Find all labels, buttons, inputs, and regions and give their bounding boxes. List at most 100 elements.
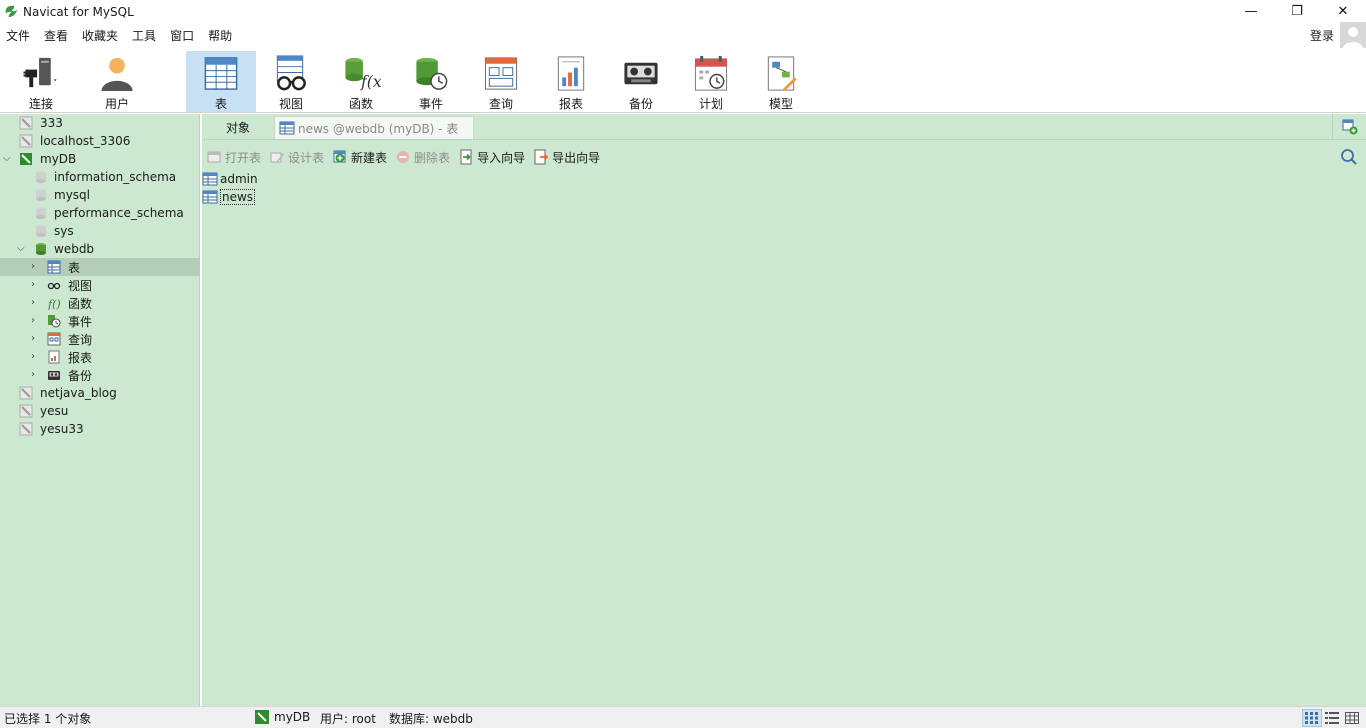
tree-item-events[interactable]: › 事件	[0, 312, 200, 330]
export-icon	[534, 149, 549, 165]
tree-item-database[interactable]: sys	[0, 222, 200, 240]
toolbar-backup-button[interactable]: 备份	[606, 51, 676, 112]
connection-icon	[19, 134, 33, 148]
tree-item-backups[interactable]: › 备份	[0, 366, 200, 384]
tree-item-database[interactable]: mysql	[0, 186, 200, 204]
tree-item-reports[interactable]: › 报表	[0, 348, 200, 366]
window-controls: — ❐ ✕	[1228, 0, 1366, 23]
chevron-right-icon[interactable]: ›	[31, 370, 41, 380]
tree-item-functions[interactable]: › f() 函数	[0, 294, 200, 312]
open-table-button[interactable]: 打开表	[202, 146, 265, 168]
toolbar-report-button[interactable]: 报表	[536, 51, 606, 112]
chevron-down-icon[interactable]: ⌵	[17, 244, 27, 254]
query-icon	[47, 332, 61, 346]
chevron-right-icon[interactable]: ›	[31, 298, 41, 308]
toolbar-table-button[interactable]: 表	[186, 51, 256, 112]
toolbar-user-button[interactable]: 用户	[82, 51, 152, 112]
main-toolbar: 连接 用户 表 视图 f(x 函数 事件 查询 报表 备份 计划 模型	[0, 50, 1366, 113]
close-button[interactable]: ✕	[1320, 0, 1366, 23]
login-link[interactable]: 登录	[1310, 27, 1334, 44]
tree-item-database[interactable]: ⌵ webdb	[0, 240, 200, 258]
model-icon	[767, 56, 797, 92]
menu-view[interactable]: 查看	[37, 25, 75, 47]
connection-open-icon	[20, 153, 32, 165]
connection-icon	[19, 422, 33, 436]
title-bar: Navicat for MySQL — ❐ ✕	[0, 0, 1366, 23]
menu-tools[interactable]: 工具	[125, 25, 163, 47]
search-icon[interactable]	[1340, 148, 1358, 166]
chevron-right-icon[interactable]: ›	[31, 316, 41, 326]
new-object-tab-button[interactable]	[1332, 114, 1366, 140]
tree-item-label: 333	[40, 116, 63, 130]
tree-item-label: 报表	[68, 350, 93, 365]
design-table-label: 设计表	[288, 150, 325, 165]
toolbar-event-button[interactable]: 事件	[396, 51, 466, 112]
connection-icon	[23, 57, 57, 88]
query-icon	[484, 57, 518, 90]
tree-item-label: 视图	[68, 278, 93, 293]
function-icon: f(x)	[345, 57, 381, 91]
menu-favorites[interactable]: 收藏夹	[75, 25, 125, 47]
avatar[interactable]	[1340, 22, 1366, 48]
toolbar-model-button[interactable]: 模型	[746, 51, 816, 112]
minimize-button[interactable]: —	[1228, 0, 1274, 23]
tree-item-tables[interactable]: › 表	[0, 258, 200, 276]
tree-item-connection[interactable]: yesu	[0, 402, 200, 420]
table-icon	[279, 121, 295, 135]
add-table-icon	[1342, 119, 1357, 135]
status-bar: 已选择 1 个对象 myDB 用户: root 数据库: webdb	[0, 706, 1366, 728]
tree-item-connection[interactable]: netjava_blog	[0, 384, 200, 402]
toolbar-view-button[interactable]: 视图	[256, 51, 326, 112]
list-item-table[interactable]: news	[202, 188, 256, 206]
import-wizard-button[interactable]: 导入向导	[454, 146, 529, 168]
menu-bar: 文件 查看 收藏夹 工具 窗口 帮助	[0, 25, 1366, 47]
toolbar-connection-button[interactable]: 连接	[6, 51, 76, 112]
tab-objects[interactable]: 对象	[202, 116, 274, 139]
delete-table-button[interactable]: 删除表	[391, 146, 454, 168]
tree-item-label: myDB	[40, 152, 77, 166]
tab-news-label: news @webdb (myDB) - 表	[298, 121, 459, 136]
backup-icon	[624, 62, 658, 85]
new-table-button[interactable]: 新建表	[328, 146, 391, 168]
menu-file[interactable]: 文件	[0, 25, 37, 47]
tree-item-views[interactable]: › 视图	[0, 276, 200, 294]
toolbar-label: 视图	[278, 97, 303, 111]
tab-news-table[interactable]: news @webdb (myDB) - 表	[274, 116, 474, 139]
toolbar-label: 查询	[488, 97, 513, 111]
tree-item-connection[interactable]: 333	[0, 114, 200, 132]
svg-text:f(x): f(x)	[360, 73, 381, 91]
menu-help[interactable]: 帮助	[201, 25, 239, 47]
tree-item-label: mysql	[54, 188, 90, 202]
icon-view-button[interactable]	[1342, 709, 1362, 727]
tree-item-connection[interactable]: yesu33	[0, 420, 200, 438]
maximize-button[interactable]: ❐	[1274, 0, 1320, 23]
chevron-right-icon[interactable]: ›	[31, 334, 41, 344]
chevron-right-icon[interactable]: ›	[31, 352, 41, 362]
tree-item-connection[interactable]: localhost_3306	[0, 132, 200, 150]
tree-item-database[interactable]: performance_schema	[0, 204, 200, 222]
chevron-down-icon[interactable]: ⌵	[3, 154, 13, 164]
tree-item-queries[interactable]: › 查询	[0, 330, 200, 348]
export-wizard-button[interactable]: 导出向导	[529, 146, 604, 168]
design-table-button[interactable]: 设计表	[265, 146, 328, 168]
view-mode-buttons	[1302, 709, 1362, 727]
table-icon	[204, 57, 238, 90]
list-view-button[interactable]	[1302, 709, 1322, 727]
chevron-right-icon[interactable]: ›	[31, 262, 41, 272]
new-table-label: 新建表	[351, 150, 388, 165]
menu-window[interactable]: 窗口	[163, 25, 201, 47]
tree-item-database[interactable]: information_schema	[0, 168, 200, 186]
chevron-right-icon[interactable]: ›	[31, 280, 41, 290]
toolbar-label: 计划	[698, 97, 723, 111]
toolbar-schedule-button[interactable]: 计划	[676, 51, 746, 112]
export-wizard-label: 导出向导	[552, 150, 601, 165]
tree-item-connection[interactable]: ⌵ myDB	[0, 150, 200, 168]
list-item-table[interactable]: admin	[202, 170, 258, 188]
detail-view-button[interactable]	[1322, 709, 1342, 727]
toolbar-query-button[interactable]: 查询	[466, 51, 536, 112]
connection-tree: 333 localhost_3306 ⌵ myDB information_sc…	[0, 114, 200, 706]
open-table-icon	[207, 151, 221, 163]
connection-icon	[19, 404, 33, 418]
backup-icon	[48, 371, 60, 380]
toolbar-function-button[interactable]: f(x) 函数	[326, 51, 396, 112]
